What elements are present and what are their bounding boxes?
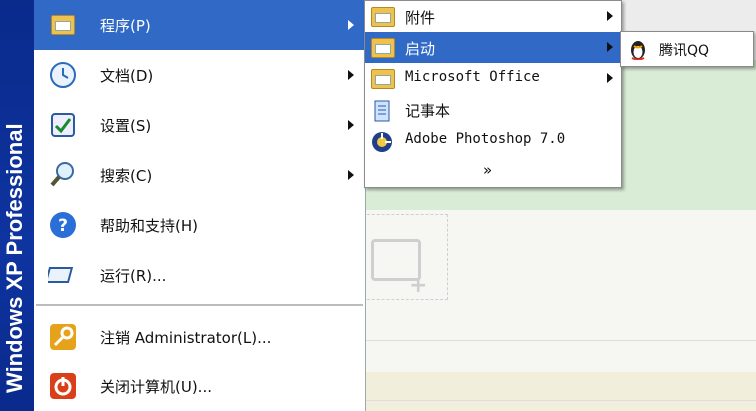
- folder-icon: [371, 69, 395, 89]
- image-placeholder: +: [362, 214, 448, 300]
- submenu-item-photoshop[interactable]: Adobe Photoshop 7.0: [365, 125, 621, 156]
- content-strip: [360, 372, 756, 411]
- logoff-icon: [46, 320, 80, 354]
- add-icon: +: [409, 273, 428, 298]
- menu-item-label: 文档(D): [100, 66, 154, 85]
- submenu-item-label: 启动: [405, 40, 436, 58]
- folder-icon: [371, 7, 395, 27]
- help-icon: ?: [46, 208, 80, 242]
- menu-item-label: 运行(R)...: [100, 266, 167, 285]
- expand-more-icon[interactable]: »: [483, 161, 492, 179]
- chevron-right-icon: [348, 120, 354, 130]
- submenu-item-notepad[interactable]: 记事本: [365, 94, 621, 125]
- chevron-right-icon: [348, 20, 354, 30]
- menu-item-label: 帮助和支持(H): [100, 216, 198, 235]
- chevron-right-icon: [348, 70, 354, 80]
- menu-item-logoff[interactable]: 注销 Administrator(L)...: [34, 312, 365, 362]
- menu-item-label: 设置(S): [100, 116, 152, 135]
- windows-xp-band: Windows XP Professional: [0, 0, 34, 411]
- svg-text:?: ?: [58, 216, 68, 236]
- chevron-right-icon: [607, 42, 613, 52]
- menu-item-label: 关闭计算机(U)...: [100, 377, 212, 396]
- search-icon: [46, 158, 80, 192]
- chevron-right-icon: [348, 170, 354, 180]
- menu-separator: [36, 304, 363, 306]
- notepad-icon: [371, 100, 393, 122]
- settings-icon: [46, 108, 80, 142]
- band-text: Windows XP Professional: [2, 123, 27, 393]
- submenu-item-label: 记事本: [405, 102, 451, 120]
- chevron-right-icon: [607, 11, 613, 21]
- run-icon: [46, 258, 80, 292]
- submenu-item-accessories[interactable]: 附件: [365, 1, 621, 32]
- menu-item-label: 搜索(C): [100, 166, 153, 185]
- submenu-item-label: 附件: [405, 9, 436, 27]
- divider: [360, 340, 756, 341]
- submenu-item-label: Microsoft Office: [405, 69, 540, 85]
- shutdown-icon: [46, 369, 80, 403]
- menu-item-programs[interactable]: 程序(P): [34, 0, 365, 50]
- startup-submenu: 腾讯QQ: [620, 31, 754, 67]
- submenu-item-label[interactable]: 腾讯QQ: [659, 40, 709, 60]
- menu-item-search[interactable]: 搜索(C): [34, 150, 365, 200]
- qq-penguin-icon: [627, 38, 649, 61]
- start-menu: 程序(P) 文档(D) 设置(S) 搜索(C) ? 帮助和支持(H) 运行(R)…: [34, 0, 366, 411]
- menu-item-label: 注销 Administrator(L)...: [100, 328, 272, 347]
- chevron-right-icon: [607, 73, 613, 83]
- programs-folder-icon: [46, 8, 80, 42]
- menu-item-settings[interactable]: 设置(S): [34, 100, 365, 150]
- menu-item-help[interactable]: ? 帮助和支持(H): [34, 200, 365, 250]
- photoshop-icon: [371, 131, 393, 152]
- menu-item-label: 程序(P): [100, 16, 151, 35]
- submenu-item-startup[interactable]: 启动: [365, 32, 621, 63]
- submenu-item-label: Adobe Photoshop 7.0: [405, 131, 566, 147]
- menu-item-run[interactable]: 运行(R)...: [34, 250, 365, 300]
- documents-icon: [46, 58, 80, 92]
- programs-submenu: 附件 启动 Microsoft Office 记事本 Adobe Photosh…: [364, 0, 622, 188]
- submenu-item-microsoft-office[interactable]: Microsoft Office: [365, 63, 621, 94]
- folder-icon: [371, 38, 395, 58]
- menu-item-documents[interactable]: 文档(D): [34, 50, 365, 100]
- divider: [360, 400, 756, 401]
- menu-item-shutdown[interactable]: 关闭计算机(U)...: [34, 361, 365, 411]
